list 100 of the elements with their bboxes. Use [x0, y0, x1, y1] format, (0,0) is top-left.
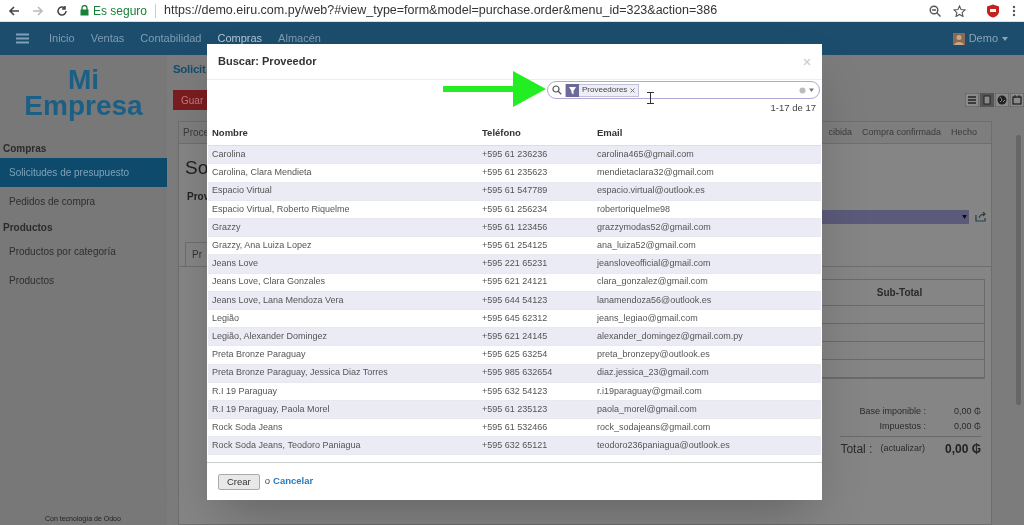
- total-label: Total :: [840, 440, 873, 458]
- zoom-icon[interactable]: [929, 4, 941, 17]
- table-cell-text: R.I 19 Paraguay, Paola Morel: [212, 402, 331, 416]
- table-cell-text: +595 621 24121: [482, 275, 549, 289]
- create-button[interactable]: Crear: [218, 473, 260, 490]
- update-link[interactable]: (actualizar): [880, 441, 925, 456]
- table-cell-text: +595 632 65121: [482, 439, 549, 453]
- nav-tab[interactable]: Compras: [217, 30, 263, 47]
- reload-icon[interactable]: [56, 4, 68, 17]
- table-cell-text: Legião: [212, 311, 241, 325]
- table-cell-text: R.I 19 Paraguay: [212, 384, 279, 398]
- globe-icon[interactable]: [995, 93, 1009, 107]
- table-cell-text: Espacio Virtual, Roberto Riquelme: [212, 202, 351, 216]
- table-cell-text: Carolina: [212, 148, 247, 162]
- status-step: Compra confirmada: [861, 125, 941, 140]
- sidebar-heading: Compras: [2, 142, 48, 156]
- back-icon[interactable]: [8, 4, 20, 17]
- security-label: Es seguro: [93, 2, 148, 20]
- sidebar-item[interactable]: Productos: [0, 266, 167, 295]
- table-cell-text: +595 985 632654: [482, 366, 554, 380]
- menu-icon[interactable]: [16, 33, 29, 44]
- table-cell-text: +595 61 123456: [482, 220, 549, 234]
- total-value: 0,00 ₲: [944, 440, 981, 458]
- or-text: o: [264, 474, 271, 489]
- table-cell-text: +595 61 532466: [482, 420, 549, 434]
- table-cell-text: +595 61 254125: [482, 239, 549, 253]
- table-cell-text: +595 61 256234: [482, 202, 549, 216]
- table-cell-text: +595 621 24145: [482, 329, 549, 343]
- nav-tab[interactable]: Ventas: [90, 30, 125, 47]
- logo-text: Mi: [67, 67, 100, 93]
- table-cell-text: +595 61 235123: [482, 402, 549, 416]
- dropdown-icon[interactable]: [799, 86, 815, 94]
- table-cell-text: grazzymodas52@gmail.com: [597, 220, 712, 234]
- caret-icon: [962, 214, 967, 219]
- column-header: Teléfono: [482, 126, 522, 141]
- dialog-title: Buscar: Proveedor: [218, 54, 317, 70]
- close-icon[interactable]: [630, 87, 636, 93]
- pager-text: 1-17 de 17: [770, 101, 816, 115]
- column-header: Email: [597, 126, 624, 141]
- menu-icon[interactable]: [1012, 4, 1016, 17]
- text-cursor-icon: [647, 92, 654, 104]
- table-cell-text: Grazzy, Ana Luiza Lopez: [212, 239, 313, 253]
- table-cell-text: jeans_legiao@gmail.com: [597, 311, 699, 325]
- table-cell-text: +595 632 54123: [482, 384, 549, 398]
- table-cell-text: Preta Bronze Paraguay, Jessica Diaz Torres: [212, 366, 389, 380]
- list-view-icon[interactable]: [965, 93, 979, 107]
- table-cell-text: Legião, Alexander Domingez: [212, 329, 329, 343]
- cancel-link[interactable]: Cancelar: [273, 474, 314, 489]
- table-cell-text: r.i19paraguay@gmail.com: [597, 384, 703, 398]
- table-cell-text: clara_gonzalez@gmail.com: [597, 275, 709, 289]
- sidebar-item[interactable]: Productos por categoría: [0, 237, 167, 266]
- nav-tab[interactable]: Contabilidad: [140, 30, 202, 47]
- table-cell-text: paola_morel@gmail.com: [597, 402, 698, 416]
- table-cell-text: Carolina, Clara Mendieta: [212, 166, 313, 180]
- search-icon: [552, 85, 562, 95]
- user-menu[interactable]: Demo: [952, 30, 1008, 47]
- table-cell-text: +595 645 62312: [482, 311, 549, 325]
- total-value: 0,00 ₲: [953, 420, 981, 433]
- table-cell-text: diaz.jessica_23@gmail.com: [597, 366, 710, 380]
- table-cell-text: jeansloveofficial@gmail.com: [597, 257, 712, 271]
- table-cell-text: +595 61 235623: [482, 166, 549, 180]
- table-cell-text: lanamendoza56@outlook.es: [597, 293, 713, 307]
- table-cell-text: Grazzy: [212, 220, 242, 234]
- table-cell-text: +595 625 63254: [482, 348, 549, 362]
- nav-tab[interactable]: Inicio: [49, 30, 75, 47]
- status-step: cibida: [828, 125, 852, 140]
- form-view-icon[interactable]: [980, 93, 994, 107]
- total-value: 0,00 ₲: [953, 404, 981, 418]
- url-field[interactable]: https://demo.eiru.com.py/web?#view_type=form&model=purchase.order&menu_id=323&action=386: [164, 1, 718, 20]
- status-step: Hecho: [951, 125, 977, 140]
- nav-tab[interactable]: Almacén: [278, 30, 321, 47]
- table-cell-text: +595 61 547789: [482, 184, 549, 198]
- caret-icon: [1002, 36, 1008, 41]
- sidebar-heading: Productos: [2, 221, 54, 235]
- logo-text: Empresa: [24, 93, 143, 119]
- arrow-icon: [443, 70, 547, 108]
- table-cell-text: teodoro236paniagua@outlook.es: [597, 439, 731, 453]
- table-cell-text: rock_sodajeans@gmail.com: [597, 420, 712, 434]
- total-label: Base imponible :: [859, 404, 926, 418]
- star-icon[interactable]: [953, 4, 966, 17]
- filter-icon: [566, 83, 579, 97]
- table-cell-text: alexander_domingez@gmail.com.py: [597, 329, 744, 343]
- external-link-icon[interactable]: [975, 211, 987, 222]
- lock-icon: [80, 5, 89, 16]
- column-header: Nombre: [212, 126, 249, 141]
- table-cell-text: Jeans Love, Lana Mendoza Vera: [212, 293, 345, 307]
- shield-icon[interactable]: [986, 3, 1000, 18]
- filter-facet[interactable]: Proveedores: [565, 83, 640, 97]
- table-cell-text: +595 61 236236: [482, 148, 549, 162]
- calendar-icon[interactable]: [1010, 93, 1024, 107]
- table-cell-text: espacio.virtual@outlook.es: [597, 184, 706, 198]
- sidebar-item[interactable]: Pedidos de compra: [0, 187, 167, 216]
- table-cell-text: Preta Bronze Paraguay: [212, 348, 307, 362]
- table-cell-text: mendietaclara32@gmail.com: [597, 166, 715, 180]
- table-cell-text: Espacio Virtual: [212, 184, 273, 198]
- sidebar-item[interactable]: Solicitudes de presupuesto: [0, 158, 167, 187]
- table-cell-text: Jeans Love, Clara Gonzales: [212, 275, 327, 289]
- table-cell-text: carolina465@gmail.com: [597, 148, 695, 162]
- table-cell-text: Rock Soda Jeans: [212, 420, 284, 434]
- breadcrumb[interactable]: Solicit: [173, 61, 206, 79]
